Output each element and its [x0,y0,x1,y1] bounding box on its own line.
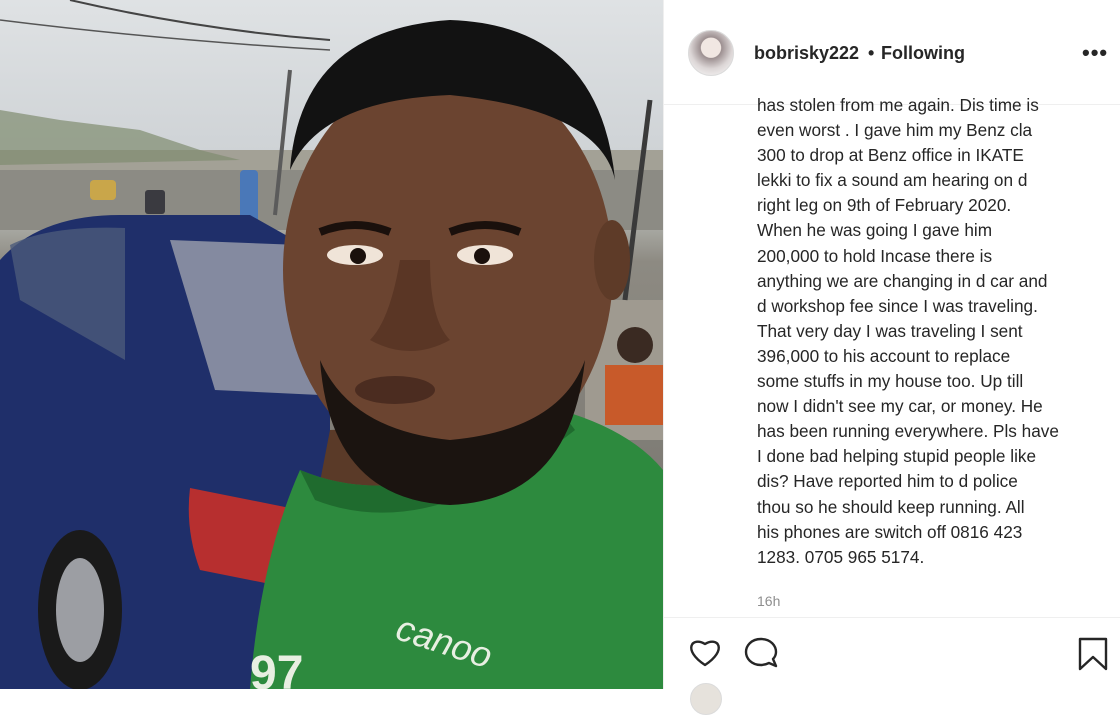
post-header: bobrisky222 • Following ••• [664,0,1120,105]
avatar[interactable] [688,30,734,76]
distant-car [90,180,116,200]
car-rim [56,558,104,662]
distant-bike [145,190,165,214]
comment-icon[interactable] [743,636,779,675]
background-person-shirt [605,365,663,425]
heart-icon[interactable] [688,636,722,673]
caption-text: has stolen from me again. Dis time is ev… [757,95,1059,567]
background-trees [0,110,240,165]
power-line [69,0,331,41]
liker-avatar[interactable] [690,683,722,715]
header-separator: • [868,43,875,63]
bookmark-icon[interactable] [1077,636,1109,677]
more-options-icon[interactable]: ••• [1082,40,1108,66]
left-pupil [350,248,366,264]
post-timestamp[interactable]: 16h [757,593,780,609]
post-photo[interactable]: canoo 97 [0,0,663,689]
action-bar [664,617,1120,690]
ear [594,220,630,300]
post-side-panel: bobrisky222 • Following ••• has stolen f… [663,0,1120,715]
lips [355,376,435,404]
right-pupil [474,248,490,264]
jersey-number: 97 [250,647,303,689]
following-button[interactable]: Following [881,43,965,64]
username-link[interactable]: bobrisky222 [754,43,859,64]
caption-container: has stolen from me again. Dis time is ev… [757,93,1102,578]
background-person [617,327,653,363]
selfie-illustration: canoo 97 [0,0,663,689]
